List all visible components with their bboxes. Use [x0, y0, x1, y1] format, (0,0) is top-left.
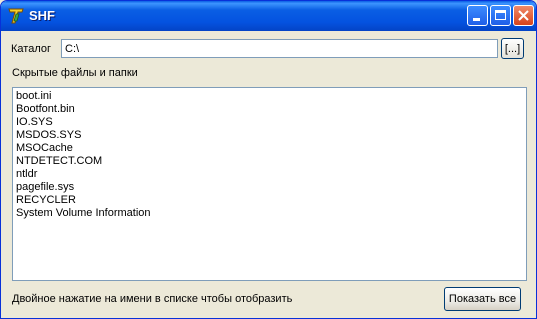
close-button[interactable] — [513, 5, 534, 26]
list-item[interactable]: MSDOS.SYS — [13, 129, 526, 142]
window-title: SHF — [29, 8, 55, 23]
catalog-label: Каталог — [11, 43, 51, 55]
list-item[interactable]: Bootfont.bin — [13, 103, 526, 116]
hidden-files-label: Скрытые файлы и папки — [12, 67, 138, 79]
maximize-icon — [495, 10, 506, 20]
show-all-button[interactable]: Показать все — [444, 287, 521, 311]
list-item[interactable]: pagefile.sys — [13, 181, 526, 194]
list-item[interactable]: System Volume Information — [13, 207, 526, 220]
maximize-button[interactable] — [490, 5, 511, 26]
title-bar[interactable]: SHF — [1, 1, 536, 31]
hidden-files-list[interactable]: boot.ini Bootfont.bin IO.SYS MSDOS.SYS MSOCa… — [12, 87, 527, 281]
app-logo-icon — [7, 7, 25, 25]
list-item[interactable]: RECYCLER — [13, 194, 526, 207]
browse-button[interactable]: [...] — [501, 38, 524, 59]
app-window: SHF Каталог [...] Скрытые файлы и папки … — [0, 0, 537, 319]
list-item[interactable]: NTDETECT.COM — [13, 155, 526, 168]
list-item[interactable]: boot.ini — [13, 90, 526, 103]
list-item[interactable]: MSOCache — [13, 142, 526, 155]
list-item[interactable]: IO.SYS — [13, 116, 526, 129]
list-item[interactable]: ntldr — [13, 168, 526, 181]
close-icon — [518, 10, 529, 21]
hint-text: Двойное нажатие на имени в списке чтобы … — [12, 293, 293, 305]
catalog-path-input[interactable] — [61, 39, 498, 58]
minimize-icon — [473, 18, 480, 21]
minimize-button[interactable] — [467, 5, 488, 26]
